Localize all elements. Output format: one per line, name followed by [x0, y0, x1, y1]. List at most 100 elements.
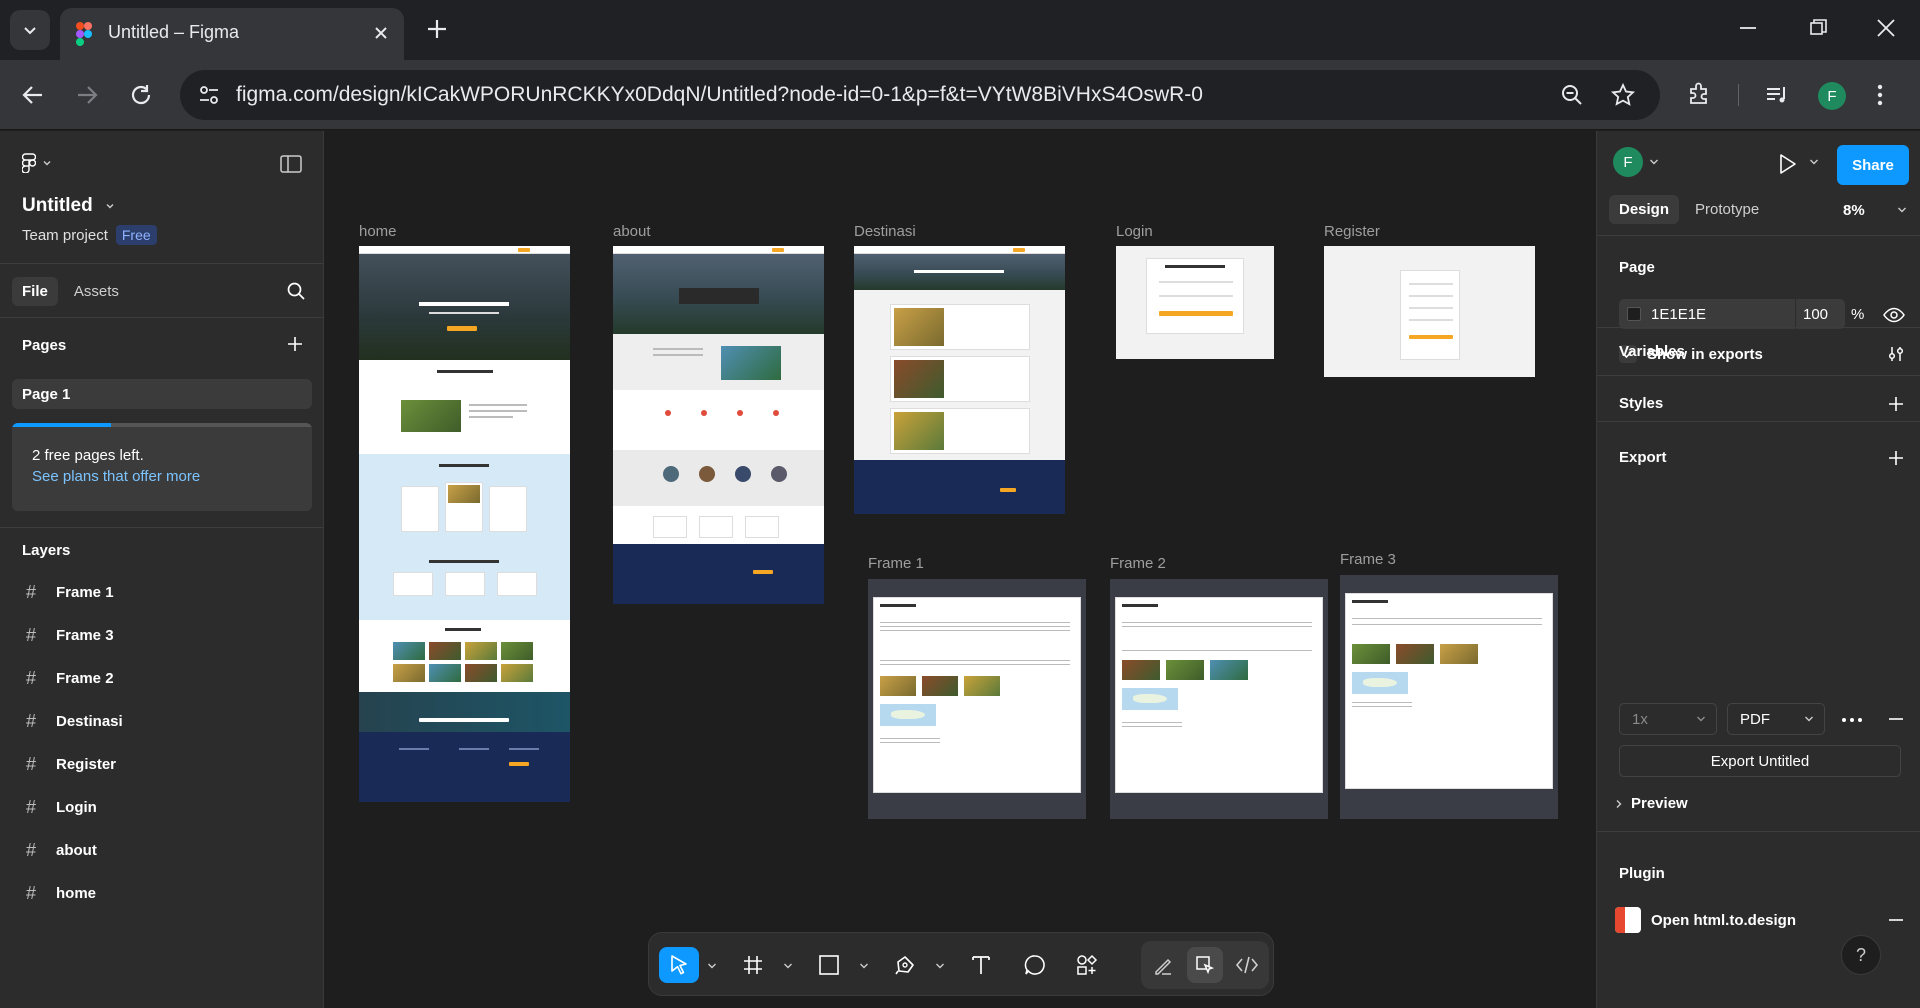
add-page-icon[interactable] [286, 335, 304, 353]
layer-item[interactable]: # Frame 3 [0, 614, 324, 657]
export-preview-toggle[interactable]: Preview [1615, 795, 1688, 812]
remove-plugin-icon[interactable] [1887, 911, 1905, 929]
restore-icon[interactable] [1806, 16, 1830, 40]
tab-design[interactable]: Design [1609, 195, 1680, 224]
layer-item[interactable]: # Frame 1 [0, 571, 324, 614]
file-name-text: Untitled [22, 195, 93, 216]
pages-title: Pages [22, 337, 67, 354]
move-tool-button[interactable] [659, 947, 699, 983]
layer-item[interactable]: # Frame 2 [0, 657, 324, 700]
chevron-down-icon[interactable] [707, 962, 717, 970]
frame-label-destinasi[interactable]: Destinasi [854, 223, 916, 240]
bookmark-star-icon[interactable] [1610, 82, 1636, 108]
frame-home[interactable] [359, 246, 570, 802]
tab-assets[interactable]: Assets [64, 277, 129, 306]
forward-icon[interactable] [74, 82, 100, 108]
layer-item[interactable]: # about [0, 829, 324, 872]
plugin-item[interactable]: Open html.to.design [1615, 907, 1796, 933]
mock-card [393, 572, 433, 596]
frame-about[interactable] [613, 246, 824, 604]
main-menu-button[interactable] [22, 153, 52, 173]
design-canvas[interactable]: home about Destinasi Login Register Fram… [325, 131, 1595, 1008]
tab-prototype[interactable]: Prototype [1685, 195, 1769, 224]
tab-search-button[interactable] [10, 10, 50, 50]
zoom-level[interactable]: 8% [1843, 202, 1865, 219]
tab-file[interactable]: File [12, 277, 58, 306]
export-format-select[interactable]: PDF [1727, 703, 1825, 735]
mock-icon [665, 410, 671, 416]
frame-label-home[interactable]: home [359, 223, 397, 240]
chevron-down-icon[interactable] [1897, 206, 1907, 214]
toggle-sidebar-icon[interactable] [280, 155, 302, 173]
frame-label-frame-2[interactable]: Frame 2 [1110, 555, 1166, 572]
frame-1[interactable] [868, 579, 1086, 819]
chevron-down-icon[interactable] [1649, 158, 1659, 166]
page-background-field[interactable]: 1E1E1E 100 [1619, 299, 1845, 329]
reload-icon[interactable] [128, 82, 154, 108]
share-button[interactable]: Share [1837, 145, 1909, 185]
window-close-icon[interactable] [1874, 16, 1898, 40]
comment-tool-button[interactable] [1017, 947, 1053, 983]
chevron-down-icon[interactable] [1809, 158, 1819, 166]
help-button[interactable]: ? [1841, 935, 1881, 975]
new-tab-icon[interactable] [424, 16, 450, 42]
frame-label-login[interactable]: Login [1116, 223, 1153, 240]
file-name[interactable]: Untitled [22, 195, 115, 217]
add-export-icon[interactable] [1887, 449, 1905, 467]
layer-item[interactable]: # Login [0, 786, 324, 829]
export-button[interactable]: Export Untitled [1619, 745, 1901, 777]
frame-destinasi[interactable] [854, 246, 1065, 514]
see-plans-link[interactable]: See plans that offer more [32, 468, 200, 485]
frame-3[interactable] [1340, 575, 1558, 819]
variables-adjust-icon[interactable] [1887, 345, 1905, 363]
frame-label-about[interactable]: about [613, 223, 651, 240]
present-play-icon[interactable] [1777, 153, 1797, 175]
export-scale-select[interactable]: 1x [1619, 703, 1717, 735]
close-icon[interactable] [370, 22, 392, 44]
browser-profile-avatar[interactable]: F [1818, 82, 1846, 110]
text-tool-button[interactable] [963, 947, 999, 983]
frame-login[interactable] [1116, 246, 1274, 359]
chevron-down-icon[interactable] [859, 962, 869, 970]
browser-tab[interactable]: Untitled – Figma [60, 8, 404, 60]
background-hex[interactable]: 1E1E1E [1651, 306, 1706, 323]
remove-export-icon[interactable] [1887, 710, 1905, 728]
layer-item[interactable]: # Destinasi [0, 700, 324, 743]
plan-badge[interactable]: Free [115, 225, 157, 245]
back-icon[interactable] [20, 82, 46, 108]
page-item-page-1[interactable]: Page 1 [12, 379, 312, 409]
frame-label-frame-1[interactable]: Frame 1 [868, 555, 924, 572]
frame-label-register[interactable]: Register [1324, 223, 1380, 240]
frame-2[interactable] [1110, 579, 1328, 819]
site-info-icon[interactable] [198, 84, 220, 106]
frame-tool-button[interactable] [735, 947, 771, 983]
frame-register[interactable] [1324, 246, 1535, 377]
layer-item[interactable]: # Register [0, 743, 324, 786]
shape-tool-button[interactable] [811, 947, 847, 983]
add-style-icon[interactable] [1887, 395, 1905, 413]
background-color-swatch[interactable] [1627, 307, 1641, 321]
dev-mode-button[interactable] [1229, 947, 1265, 983]
html-to-design-logo [1615, 907, 1641, 933]
frame-label-frame-3[interactable]: Frame 3 [1340, 551, 1396, 568]
extensions-icon[interactable] [1686, 81, 1712, 107]
draw-mode-button[interactable] [1145, 947, 1181, 983]
media-controls-icon[interactable] [1764, 83, 1790, 107]
url-text[interactable]: figma.com/design/kICakWPORUnRCKKYx0DdqN/… [236, 83, 1203, 107]
search-icon[interactable] [286, 281, 306, 301]
mock-photo [401, 400, 461, 432]
chevron-down-icon[interactable] [935, 962, 945, 970]
design-mode-button[interactable] [1187, 947, 1223, 983]
more-options-icon[interactable] [1841, 717, 1863, 723]
zoom-out-icon[interactable] [1560, 83, 1584, 107]
chevron-down-icon[interactable] [783, 962, 793, 970]
minimize-icon[interactable] [1736, 16, 1760, 40]
eye-icon[interactable] [1883, 307, 1905, 323]
layer-item[interactable]: # home [0, 872, 324, 915]
actions-tool-button[interactable] [1069, 947, 1105, 983]
background-opacity[interactable]: 100 [1803, 306, 1828, 323]
address-bar[interactable]: figma.com/design/kICakWPORUnRCKKYx0DdqN/… [180, 70, 1660, 120]
user-avatar[interactable]: F [1613, 147, 1643, 177]
pen-tool-button[interactable] [887, 947, 923, 983]
browser-menu-icon[interactable] [1876, 82, 1884, 108]
